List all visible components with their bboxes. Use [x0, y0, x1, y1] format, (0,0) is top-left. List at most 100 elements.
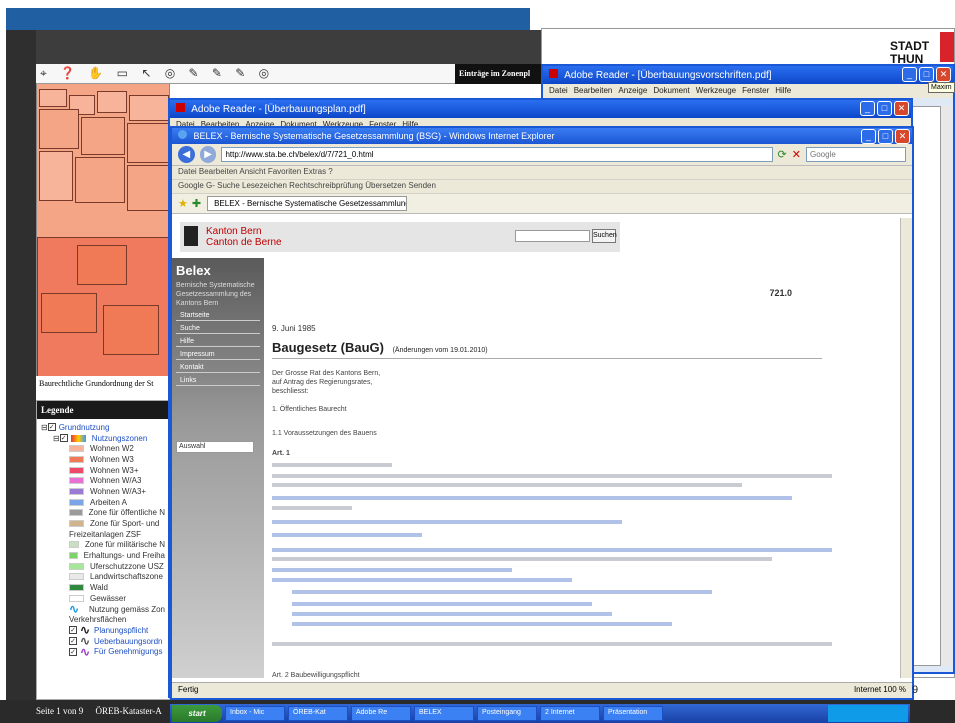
sidebar-nav-item[interactable]: Hilfe	[176, 337, 260, 347]
taskbar-button[interactable]: BELEX	[414, 706, 474, 721]
browser-titlebar[interactable]: BELEX - Bernische Systematische Gesetzes…	[172, 128, 912, 144]
maximize-button[interactable]: □	[878, 129, 893, 144]
search-input[interactable]	[805, 147, 906, 162]
site-search-button[interactable]: Suchen	[592, 229, 617, 243]
map-parcel	[81, 117, 125, 155]
taskbar-button[interactable]: Präsentation	[603, 706, 663, 721]
reader-front-titlebar[interactable]: Adobe Reader - [Überbauungsplan.pdf] _ □…	[170, 100, 911, 118]
taskbar-button[interactable]: ÖREB-Kat	[288, 706, 348, 721]
legend-swatch	[69, 594, 84, 602]
checkbox[interactable]: ✓	[69, 626, 77, 635]
checkbox[interactable]: ✓	[47, 423, 56, 432]
legend-swatch	[69, 455, 84, 463]
law-text-line	[272, 483, 742, 487]
section-heading: 1.1 Voraussetzungen des Bauens	[272, 430, 377, 437]
map-parcel	[39, 109, 79, 149]
maximize-button[interactable]: □	[877, 101, 892, 116]
taskbar-button[interactable]: Inbox - Mic	[225, 706, 285, 721]
title-divider	[272, 358, 822, 359]
tab-belex[interactable]: BELEX - Bernische Systematische Gesetzes…	[207, 196, 408, 211]
favorites-star-icon[interactable]: ★	[178, 197, 188, 210]
bern-bear-icon	[184, 226, 198, 246]
minimize-button[interactable]: _	[860, 101, 875, 116]
browser-scrollbar[interactable]	[900, 218, 912, 678]
law-text-line	[272, 474, 832, 478]
sidebar-nav-item[interactable]: Links	[176, 376, 260, 386]
map-parcel	[129, 95, 169, 121]
forward-icon[interactable]: ▶	[199, 146, 217, 163]
legend-item: Arbeiten A	[41, 497, 165, 508]
sidebar-nav: Startseite Suche Hilfe Impressum Kontakt Link…	[176, 311, 260, 386]
menu-item[interactable]: Fenster	[742, 86, 769, 95]
legend-swatch	[69, 466, 84, 474]
law-text-line	[272, 568, 512, 572]
minimize-button[interactable]: _	[902, 67, 917, 82]
sidebar-nav-item[interactable]: Suche	[176, 324, 260, 334]
address-bar[interactable]	[221, 147, 773, 162]
zoning-map[interactable]	[36, 64, 170, 394]
start-button[interactable]: start	[172, 705, 222, 722]
law-text-line	[272, 520, 622, 524]
legend-label: Grundnutzung	[58, 422, 110, 432]
checkbox[interactable]: ✓	[59, 434, 68, 443]
reader-back-title: Adobe Reader - [Überbauungsvorschriften.…	[564, 70, 772, 81]
sidebar-nav-item[interactable]: Startseite	[176, 311, 260, 321]
back-icon[interactable]: ◀	[178, 146, 195, 163]
legend-label: Planungspflicht	[94, 625, 149, 635]
legend-item: Wohnen W/A3	[41, 475, 165, 486]
reader-back-scrollbar[interactable]	[941, 106, 951, 666]
taskbar-button[interactable]: Posteingang	[477, 706, 537, 721]
legend-item: Zone für öffentliche N	[41, 508, 165, 519]
close-button[interactable]: ✕	[895, 129, 910, 144]
browser-statusbar: Fertig Internet 100 %	[172, 682, 912, 698]
taskbar-button[interactable]: Adobe Re	[351, 706, 411, 721]
legend-label: Gewässer	[90, 593, 127, 603]
close-button[interactable]: ✕	[936, 67, 951, 82]
legend-swatch	[69, 552, 78, 560]
menu-item[interactable]: Hilfe	[775, 86, 791, 95]
checkbox[interactable]: ✓	[69, 647, 77, 656]
reader-back-titlebar[interactable]: Adobe Reader - [Überbauungsvorschriften.…	[543, 66, 953, 84]
legend-label: Wohnen W/A3	[90, 476, 142, 486]
checkbox[interactable]: ✓	[69, 637, 77, 646]
menu-item[interactable]: Bearbeiten	[574, 86, 613, 95]
legend-list: ⊟ ✓ Grundnutzung ⊟ ✓ Nutzungszonen Wohnen W2 Wo…	[37, 419, 169, 660]
stop-icon[interactable]: ✕	[792, 148, 801, 161]
menu-item[interactable]: Dokument	[653, 86, 689, 95]
refresh-icon[interactable]: ⟳	[778, 148, 787, 161]
legend-item: ✓ ∿ Planungspflicht	[41, 623, 165, 637]
menu-item[interactable]: Datei	[549, 86, 568, 95]
internet-explorer-window[interactable]: BELEX - Bernische Systematische Gesetzes…	[170, 126, 914, 700]
menu-item[interactable]: Werkzeuge	[696, 86, 736, 95]
legend-swatch	[69, 445, 84, 453]
browser-nav-row: ◀ ▶ ⟳ ✕	[172, 144, 912, 166]
slide-left-frame	[6, 30, 36, 700]
slide-page-number: 9	[912, 684, 919, 696]
taskbar-button[interactable]: 2 Internet	[540, 706, 600, 721]
legend-label: Nutzung gemäss Zon	[88, 604, 165, 614]
maximize-button[interactable]: □	[919, 67, 934, 82]
close-button[interactable]: ✕	[894, 101, 909, 116]
legend-item: ⊟ ✓ Nutzungszonen	[41, 433, 165, 444]
legend-item: Wohnen W2	[41, 443, 165, 454]
legend-item: ✓ ∿ Ueberbauungsordn	[41, 634, 165, 648]
expand-icon[interactable]: ⊟	[41, 423, 48, 432]
sidebar-select[interactable]: Auswahl	[176, 441, 254, 453]
minimize-button[interactable]: _	[861, 129, 876, 144]
legend-label: Zone für Sport- und	[90, 519, 160, 529]
sidebar-nav-item[interactable]: Kontakt	[176, 363, 260, 373]
site-search-input[interactable]	[515, 230, 590, 242]
law-text-line	[292, 602, 592, 606]
browser-menubar[interactable]: Datei Bearbeiten Ansicht Favoriten Extra…	[172, 166, 912, 180]
pdf-icon	[176, 103, 185, 112]
expand-icon[interactable]: ⊟	[53, 434, 60, 443]
sidebar-nav-item[interactable]: Impressum	[176, 350, 260, 360]
map-parcel	[75, 157, 125, 203]
law-text-line	[272, 533, 422, 537]
menu-item[interactable]: Anzeige	[618, 86, 647, 95]
add-favorites-icon[interactable]: ✚	[192, 197, 201, 210]
system-tray[interactable]	[828, 705, 908, 722]
map-toolbar[interactable]: ⌖ ❓ ✋ ▭ ↖ ◎ ✎ ✎ ✎ ◎	[36, 64, 460, 84]
wave-icon: ∿	[80, 644, 91, 659]
google-toolbar[interactable]: Google G- Suche Lesezeichen Rechtschreib…	[172, 180, 912, 194]
